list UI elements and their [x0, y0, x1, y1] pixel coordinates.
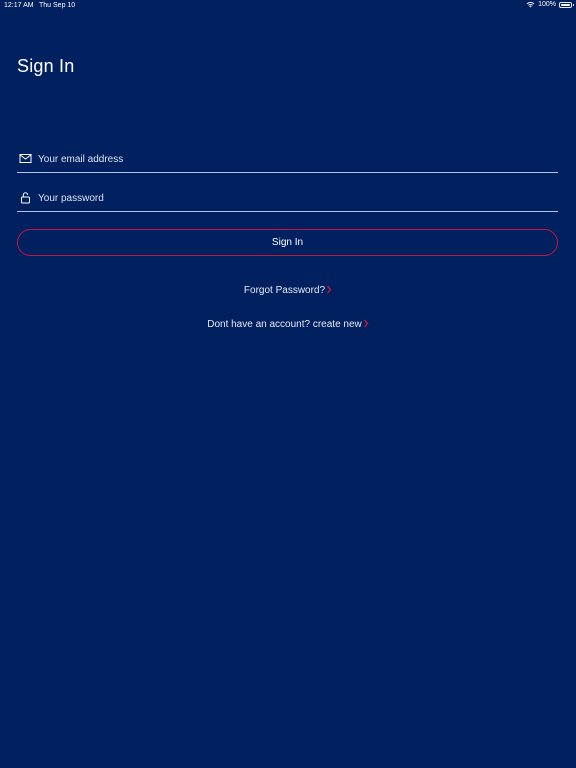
status-bar: 12:17 AM Thu Sep 10 100% — [0, 0, 576, 12]
battery-percentage: 100% — [538, 1, 556, 8]
sign-in-button[interactable]: Sign In — [17, 229, 558, 256]
email-field[interactable] — [17, 149, 558, 173]
chevron-right-icon — [327, 285, 332, 294]
forgot-password-link[interactable]: Forgot Password? — [0, 285, 576, 296]
battery-full-icon — [559, 1, 574, 8]
forgot-password-label: Forgot Password? — [243, 285, 326, 296]
status-time: 12:17 AM — [4, 2, 34, 9]
create-account-label: Dont have an account? create new — [207, 319, 362, 330]
password-field[interactable] — [17, 188, 558, 212]
battery-level — [561, 3, 570, 6]
email-input[interactable] — [38, 149, 548, 169]
envelope-icon — [19, 154, 32, 163]
password-input[interactable] — [38, 188, 548, 208]
status-indicators: 100% — [526, 1, 574, 8]
create-account-link[interactable]: Dont have an account? create new — [0, 319, 576, 330]
page-title: Sign In — [17, 56, 75, 76]
wifi-icon — [526, 2, 535, 8]
chevron-right-icon — [363, 319, 369, 328]
lock-icon — [21, 192, 30, 204]
status-date: Thu Sep 10 — [39, 2, 76, 9]
